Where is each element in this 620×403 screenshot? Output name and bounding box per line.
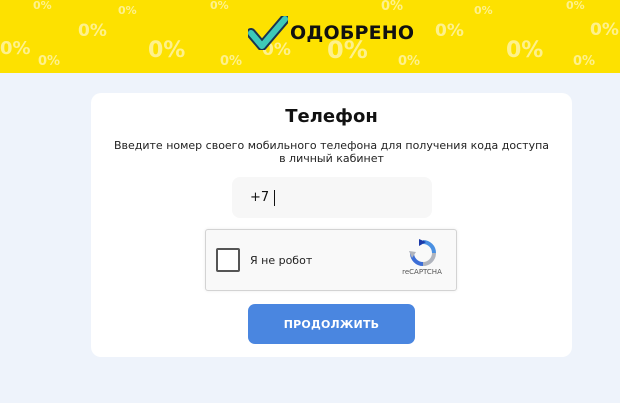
phone-form-card: Телефон Введите номер своего мобильного …	[91, 93, 572, 357]
phone-input-value: +7	[250, 190, 270, 205]
zero-percent-pattern: 0%	[148, 38, 186, 63]
checkmark-logo-icon	[248, 16, 288, 50]
phone-input[interactable]: +7	[232, 177, 432, 218]
form-description: Введите номер своего мобильного телефона…	[113, 139, 550, 165]
brand-name: ОДОБРЕНО	[290, 22, 415, 44]
page-title: Телефон	[285, 106, 378, 127]
zero-percent-pattern: 0%	[78, 21, 107, 41]
header-banner: 0% 0% 0% 0% 0% 0% 0% 0% 0% 0% 0% 0% 0% 0…	[0, 0, 620, 73]
zero-percent-pattern: 0%	[118, 4, 137, 17]
zero-percent-pattern: 0%	[566, 0, 585, 12]
zero-percent-pattern: 0%	[220, 54, 243, 69]
zero-percent-pattern: 0%	[33, 0, 52, 12]
zero-percent-pattern: 0%	[506, 38, 544, 63]
text-caret	[274, 189, 276, 206]
recaptcha-checkbox[interactable]	[216, 248, 240, 272]
recaptcha-label: Я не робот	[250, 254, 313, 267]
zero-percent-pattern: 0%	[474, 4, 493, 17]
zero-percent-pattern: 0%	[590, 20, 619, 40]
zero-percent-pattern: 0%	[38, 54, 61, 69]
zero-percent-pattern: 0%	[210, 0, 229, 12]
zero-percent-pattern: 0%	[398, 54, 421, 69]
zero-percent-pattern: 0%	[381, 0, 404, 14]
recaptcha-widget: Я не робот reCAPTCHA	[205, 229, 457, 291]
continue-button[interactable]: ПРОДОЛЖИТЬ	[248, 304, 415, 344]
zero-percent-pattern: 0%	[0, 38, 31, 59]
brand-logo[interactable]: ОДОБРЕНО	[248, 16, 414, 50]
recaptcha-logo-icon[interactable]	[409, 239, 437, 267]
zero-percent-pattern: 0%	[435, 21, 464, 41]
recaptcha-brand: reCAPTCHA	[402, 268, 442, 276]
zero-percent-pattern: 0%	[573, 54, 596, 69]
